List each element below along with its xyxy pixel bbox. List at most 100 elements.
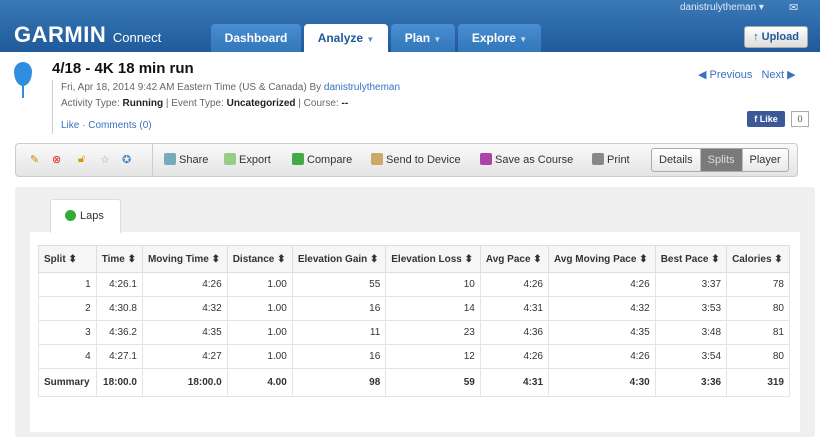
summary-cell: 18:00.0 — [141, 368, 228, 397]
summary-cell: 4:31 — [479, 368, 550, 397]
mail-icon[interactable]: ✉ — [789, 1, 798, 14]
table-cell: 4:30.8 — [95, 296, 143, 321]
edit-pencil-icon[interactable]: ✎ — [30, 153, 39, 166]
splits-view-button[interactable]: Splits — [700, 149, 743, 171]
column-header[interactable]: Elevation Loss ⬍ — [385, 245, 481, 273]
tab-dashboard[interactable]: Dashboard — [211, 24, 301, 52]
details-view-button[interactable]: Details — [652, 149, 701, 171]
column-header[interactable]: Avg Moving Pace ⬍ — [548, 245, 656, 273]
view-switcher: Details Splits Player — [651, 148, 789, 172]
facebook-like-button[interactable]: f Like — [747, 111, 785, 127]
print-button[interactable]: Print — [592, 153, 630, 166]
summary-cell: 4:30 — [548, 368, 656, 397]
lock-icon[interactable]: 🔓︎ — [78, 153, 85, 166]
comments-link[interactable]: Comments (0) — [88, 120, 151, 131]
table-cell: 4:27.1 — [95, 344, 143, 369]
previous-link[interactable]: ◀ Previous — [698, 69, 752, 81]
author-link[interactable]: danistrulytheman — [324, 82, 400, 93]
table-cell: 55 — [291, 272, 387, 297]
upload-button[interactable]: ↑ Upload — [744, 26, 808, 48]
table-cell: 23 — [385, 320, 481, 345]
table-cell: 4:26 — [548, 344, 656, 369]
table-cell: 16 — [291, 344, 387, 369]
column-header[interactable]: Time ⬍ — [95, 245, 143, 273]
table-cell: 1.00 — [226, 320, 293, 345]
export-button[interactable]: Export — [224, 153, 271, 166]
table-cell: 3:37 — [654, 272, 728, 297]
table-cell: 1.00 — [226, 272, 293, 297]
summary-cell: 59 — [385, 368, 481, 397]
table-cell: 4 — [38, 344, 97, 369]
compare-button[interactable]: Compare — [292, 153, 352, 166]
table-row: 2 4:30.8 4:32 1.00 16 14 4:31 4:32 3:53 80 — [38, 296, 790, 321]
table-row: 1 4:26.1 4:26 1.00 55 10 4:26 4:26 3:37 78 — [38, 272, 790, 297]
compare-icon — [292, 153, 304, 165]
save-as-course-button[interactable]: Save as Course — [480, 153, 573, 166]
table-cell: 4:32 — [141, 296, 228, 321]
table-cell: 80 — [726, 344, 790, 369]
table-cell: 4:26.1 — [95, 272, 143, 297]
table-cell: 4:26 — [479, 272, 550, 297]
table-cell: 11 — [291, 320, 387, 345]
summary-cell: 4.00 — [226, 368, 293, 397]
table-cell: 81 — [726, 320, 790, 345]
column-header[interactable]: Split ⬍ — [38, 245, 97, 273]
column-header[interactable]: Elevation Gain ⬍ — [291, 245, 387, 273]
column-header[interactable]: Moving Time ⬍ — [141, 245, 228, 273]
delete-icon[interactable]: ⊗ — [52, 153, 61, 166]
column-header[interactable]: Calories ⬍ — [726, 245, 790, 273]
activity-pin-icon — [14, 62, 32, 98]
table-cell: 3:53 — [654, 296, 728, 321]
table-cell: 4:32 — [548, 296, 656, 321]
export-icon — [224, 153, 236, 165]
table-cell: 3 — [38, 320, 97, 345]
tab-plan[interactable]: Plan ▼ — [391, 24, 455, 52]
user-menu[interactable]: danistrulytheman ▾ — [680, 2, 764, 13]
print-icon — [592, 153, 604, 165]
splits-table: Split ⬍ Time ⬍ Moving Time ⬍ Distance ⬍ Elev… — [38, 245, 790, 397]
table-cell: 1 — [38, 272, 97, 297]
summary-row: Summary 18:00.0 18:00.0 4.00 98 59 4:31 4:30 3:3… — [38, 368, 790, 397]
send-to-device-button[interactable]: Send to Device — [371, 153, 461, 166]
table-cell: 80 — [726, 296, 790, 321]
table-cell: 4:26 — [141, 272, 228, 297]
player-view-button[interactable]: Player — [743, 149, 788, 171]
table-cell: 78 — [726, 272, 790, 297]
column-header[interactable]: Distance ⬍ — [226, 245, 293, 273]
table-cell: 1.00 — [226, 296, 293, 321]
like-link[interactable]: Like — [61, 120, 79, 131]
next-link[interactable]: Next ▶ — [761, 69, 795, 81]
table-cell: 10 — [385, 272, 481, 297]
table-cell: 16 — [291, 296, 387, 321]
top-header: GARMIN Connect danistrulytheman ▾ ✉ Dash… — [0, 0, 820, 52]
table-row: 4 4:27.1 4:27 1.00 16 12 4:26 4:26 3:54 80 — [38, 344, 790, 369]
column-header[interactable]: Avg Pace ⬍ — [479, 245, 550, 273]
badge-icon[interactable]: ✪ — [122, 153, 131, 166]
table-cell: 12 — [385, 344, 481, 369]
share-button[interactable]: Share — [164, 153, 208, 166]
laps-tab[interactable]: Laps — [50, 199, 121, 233]
summary-cell: 18:00.0 — [95, 368, 143, 397]
garmin-logo[interactable]: GARMIN Connect — [14, 22, 161, 48]
table-cell: 4:26 — [548, 272, 656, 297]
table-cell: 4:36.2 — [95, 320, 143, 345]
course-icon — [480, 153, 492, 165]
summary-cell: 3:36 — [654, 368, 728, 397]
table-cell: 3:54 — [654, 344, 728, 369]
activity-toolbar: ✎ ⊗ 🔓︎ ☆ ✪ Share Export Compare Send to … — [15, 143, 798, 177]
facebook-like-count: 0 — [791, 111, 809, 127]
summary-cell: Summary — [38, 368, 97, 397]
send-icon — [371, 153, 383, 165]
table-cell: 3:48 — [654, 320, 728, 345]
column-header[interactable]: Best Pace ⬍ — [654, 245, 728, 273]
tab-explore[interactable]: Explore ▼ — [458, 24, 541, 52]
activity-title: 4/18 - 4K 18 min run — [52, 60, 194, 77]
tab-analyze[interactable]: Analyze ▼ — [304, 24, 388, 52]
share-icon — [164, 153, 176, 165]
star-icon[interactable]: ☆ — [100, 153, 110, 166]
table-cell: 4:31 — [479, 296, 550, 321]
summary-cell: 319 — [726, 368, 790, 397]
table-cell: 14 — [385, 296, 481, 321]
table-cell: 4:35 — [141, 320, 228, 345]
table-cell: 4:36 — [479, 320, 550, 345]
